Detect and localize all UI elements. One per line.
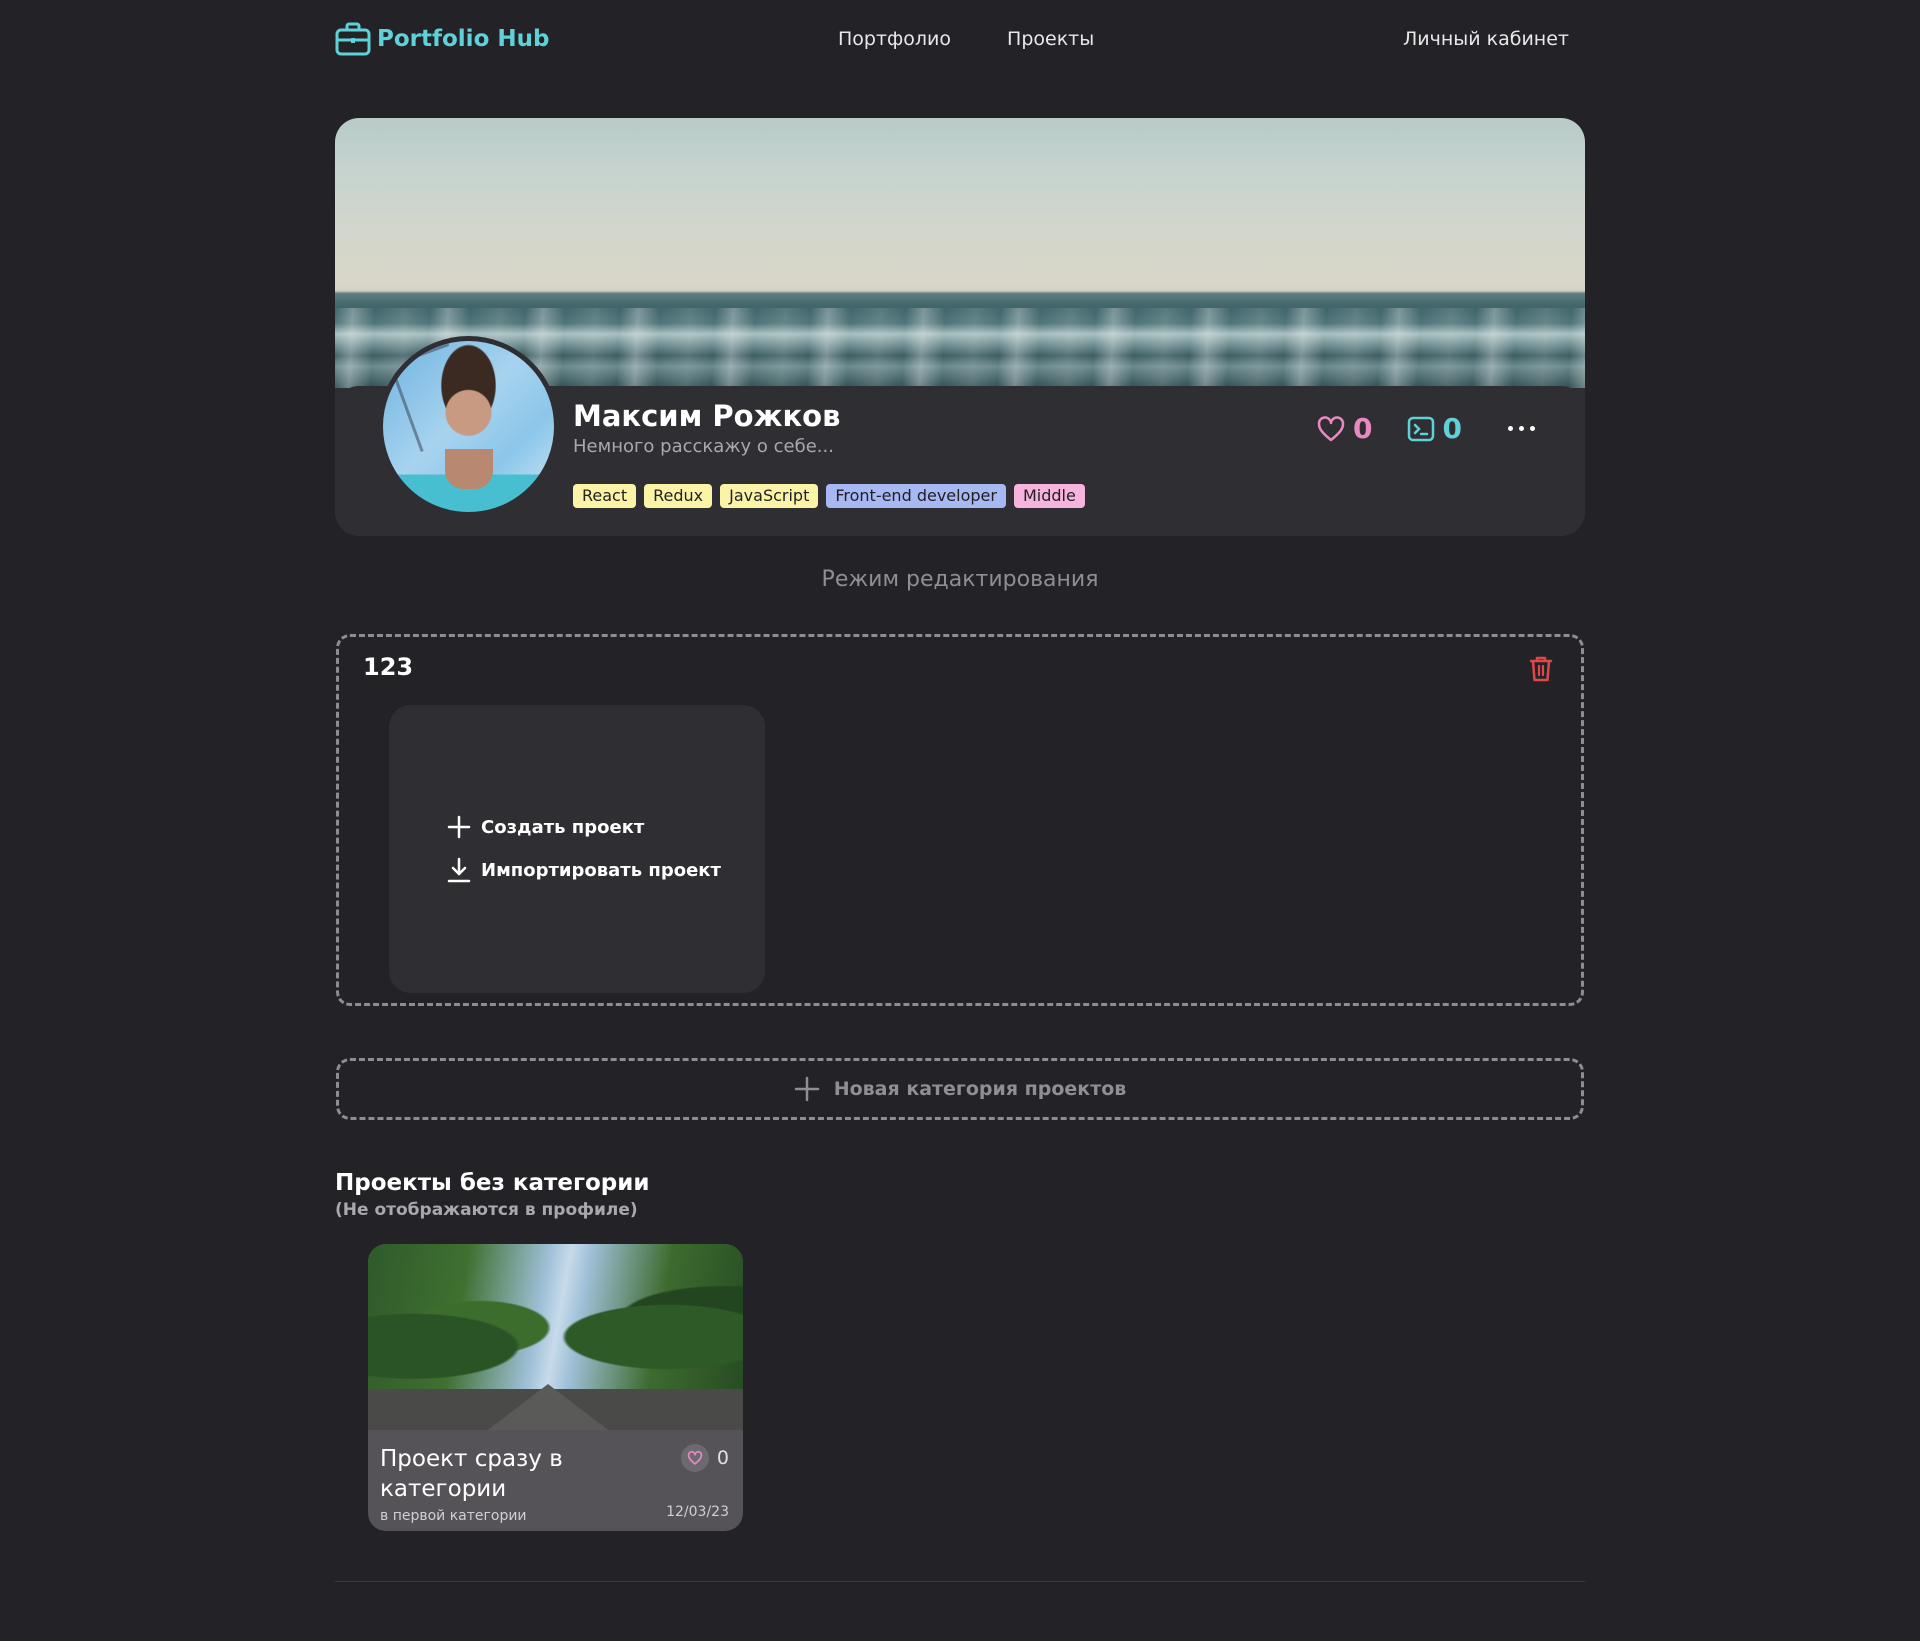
create-actions: Создать проект Импортировать проект bbox=[447, 815, 721, 883]
project-category: 123 Создать проект Импортировать проект bbox=[336, 634, 1584, 1006]
like-button[interactable] bbox=[680, 1444, 709, 1472]
project-title: Проект сразу в категории bbox=[380, 1446, 563, 1502]
edit-mode-label: Режим редактирования bbox=[0, 567, 1920, 592]
projects-count: 0 bbox=[1442, 412, 1462, 445]
account-link[interactable]: Личный кабинет bbox=[1403, 28, 1569, 50]
nav-portfolio[interactable]: Портфолио bbox=[838, 28, 951, 50]
profile-bio: Немного расскажу о себе... bbox=[573, 436, 834, 457]
more-options-icon[interactable] bbox=[1508, 426, 1535, 431]
plus-icon bbox=[447, 815, 471, 839]
footer-divider bbox=[335, 1581, 1585, 1582]
projects-stat[interactable]: 0 bbox=[1407, 412, 1462, 445]
logo-text: Portfolio Hub bbox=[377, 26, 550, 52]
import-project-button[interactable]: Импортировать проект bbox=[447, 857, 721, 883]
create-project-label: Создать проект bbox=[481, 816, 645, 838]
logo[interactable]: Portfolio Hub bbox=[335, 22, 549, 56]
plus-icon bbox=[794, 1076, 819, 1102]
heart-icon bbox=[687, 1451, 703, 1465]
edit-mode-text: Режим редактирования bbox=[821, 567, 1099, 592]
new-category-button[interactable]: Новая категория проектов bbox=[336, 1058, 1584, 1120]
new-category-label: Новая категория проектов bbox=[833, 1078, 1127, 1100]
nav-projects[interactable]: Проекты bbox=[1007, 28, 1094, 50]
project-card[interactable]: Проект сразу в категории 0 в первой кате… bbox=[368, 1244, 743, 1531]
profile-banner: Максим Рожков Немного расскажу о себе...… bbox=[335, 118, 1585, 536]
profile-stats: 0 0 bbox=[1317, 412, 1535, 445]
tag-react: React bbox=[573, 484, 637, 508]
category-title[interactable]: 123 bbox=[363, 653, 413, 681]
project-category-label: в первой категории bbox=[380, 1508, 527, 1524]
tag-redux: Redux bbox=[644, 484, 713, 508]
likes-count: 0 bbox=[1353, 412, 1373, 445]
uncategorized-title: Проекты без категории bbox=[335, 1170, 650, 1196]
delete-category-button[interactable] bbox=[1529, 655, 1553, 687]
avatar bbox=[378, 336, 559, 517]
trash-icon bbox=[1529, 656, 1553, 682]
profile-name: Максим Рожков bbox=[573, 399, 841, 433]
import-project-label: Импортировать проект bbox=[481, 859, 721, 881]
likes-stat[interactable]: 0 bbox=[1317, 412, 1373, 445]
create-project-button[interactable]: Создать проект bbox=[447, 815, 721, 839]
create-project-card: Создать проект Импортировать проект bbox=[389, 705, 765, 993]
heart-icon bbox=[1317, 415, 1345, 441]
uncategorized-subtitle: (Не отображаются в профиле) bbox=[335, 1200, 638, 1220]
tag-level: Middle bbox=[1013, 484, 1085, 508]
skill-tags: React Redux JavaScript Front-end develop… bbox=[573, 484, 1085, 508]
terminal-icon bbox=[1407, 416, 1434, 441]
tag-javascript: JavaScript bbox=[720, 484, 819, 508]
project-date: 12/03/23 bbox=[666, 1504, 729, 1520]
tag-frontend: Front-end developer bbox=[826, 484, 1006, 508]
project-likes: 0 bbox=[680, 1444, 729, 1472]
top-header: Portfolio Hub Портфолио Проекты Личный к… bbox=[335, 18, 1585, 66]
main-nav: Портфолио Проекты bbox=[838, 28, 1094, 50]
project-likes-count: 0 bbox=[716, 1447, 729, 1469]
project-thumbnail bbox=[368, 1244, 743, 1430]
briefcase-icon bbox=[335, 22, 371, 56]
download-icon bbox=[447, 857, 471, 883]
